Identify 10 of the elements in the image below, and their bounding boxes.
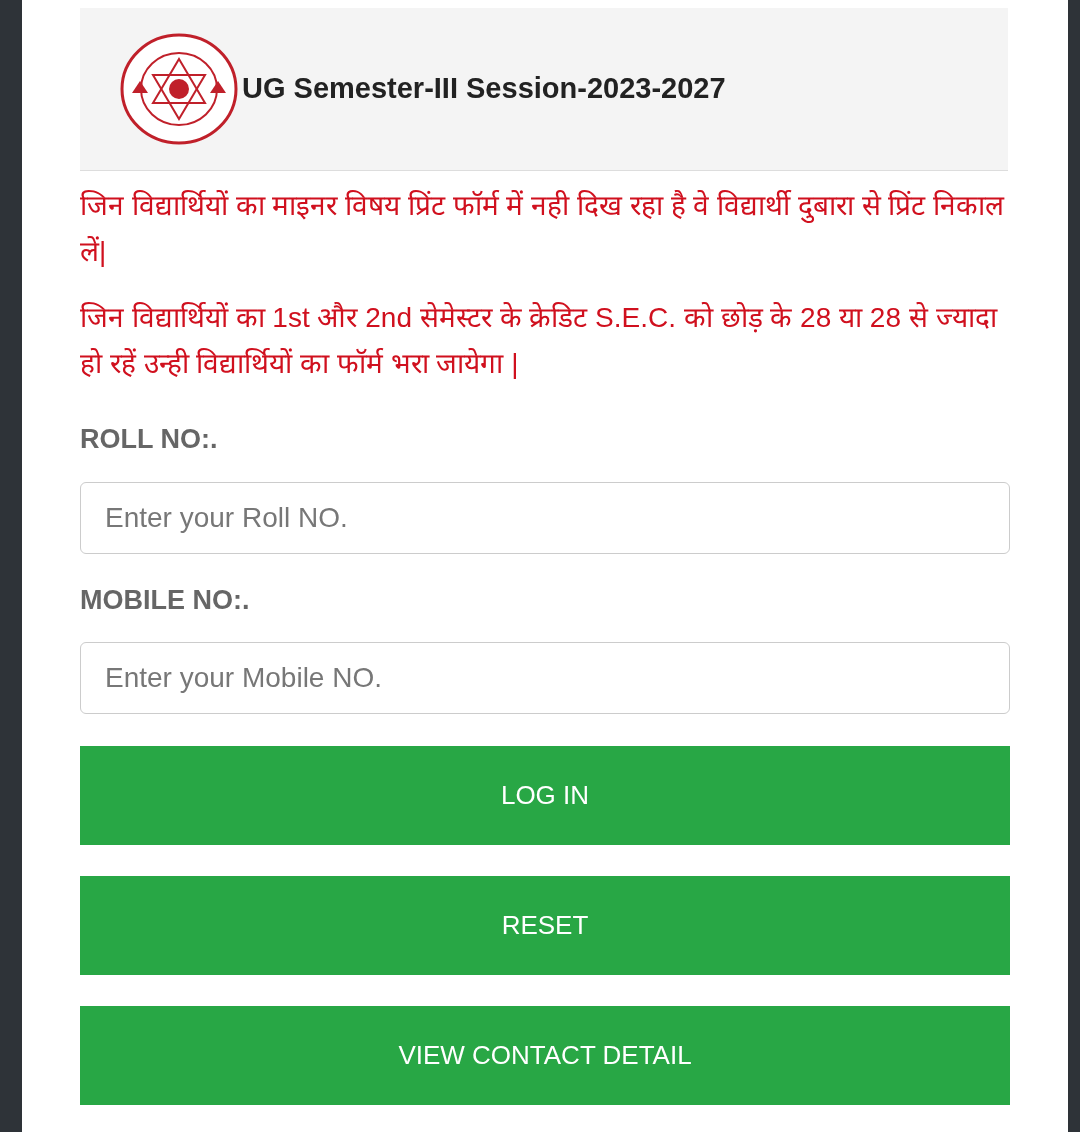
- action-button[interactable]: LOG IN: [80, 746, 1010, 845]
- input-field[interactable]: Enter your Mobile NO.: [80, 642, 1010, 714]
- action-button[interactable]: VIEW CONTACT DETAIL: [80, 1006, 1010, 1105]
- notice-text: जिन विद्यार्थियों का माइनर विषय प्रिंट फॉर्म में नही दिख रहा है वे विद्यार्थी दुबारा से प्रिंट निकाल लें|: [80, 189, 1006, 269]
- input-field[interactable]: Enter your Roll NO.: [80, 481, 1010, 554]
- action-button[interactable]: RESET: [80, 876, 1010, 975]
- field-label: MOBILE NO:.: [80, 583, 251, 617]
- field-label: ROLL NO:.: [80, 423, 219, 456]
- notice-text: जिन विद्यार्थियों का 1st और 2nd सेमेस्टर के क्रेडिट S.E.C. को छोड़ के 28 या 28 से ज्यादा हो रहें उन्ही विद्यार्थियों का फॉर्म भरा जायेगा |: [80, 301, 999, 381]
- page-title: UG Semester-III Session-2023-2027: [242, 71, 726, 107]
